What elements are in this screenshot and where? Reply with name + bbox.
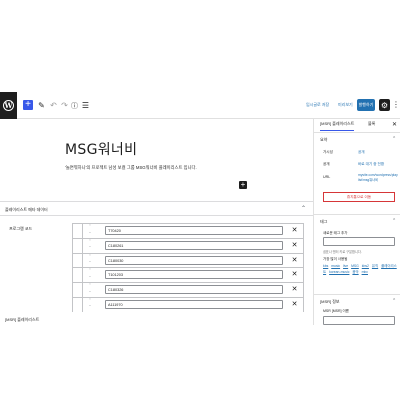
program-code-list: ⌃ ⌄ T70420 ✕ ⌃ ⌄ C180261 ✕ ⌃ ⌄ C180030 ✕ ⌃ ⌄… [72, 223, 304, 312]
program-code-input[interactable]: T101203 [105, 270, 283, 280]
tab-playlist[interactable]: [MSR] 플레이리스트 [320, 121, 355, 131]
program-code-row: ⌃ ⌄ T70420 ✕ [72, 223, 304, 238]
more-options-icon[interactable]: ⋮ [392, 100, 400, 109]
post-paragraph[interactable]: '놀면뭐하니'의 프로젝트 남성 보컬 그룹 MSG워너비 플레이리스트 입니다… [65, 165, 197, 171]
chevron-up-icon[interactable]: ⌃ [392, 136, 396, 142]
remove-row-icon[interactable]: ✕ [290, 256, 299, 265]
reorder-icon[interactable]: ⌃ ⌄ [86, 283, 94, 294]
info-icon[interactable]: ⓘ [70, 101, 79, 110]
tag-link[interactable]: 음악 [352, 270, 358, 274]
sidebar-tabs: [MSR] 플레이리스트 블록 ✕ [314, 119, 400, 133]
meta-box-title: 플레이리스트 메타 데이터 [5, 207, 48, 212]
settings-sidebar: [MSR] 플레이리스트 블록 ✕ 요약 ⌃ 가시성 공개 공개 바로 대기 중… [313, 119, 400, 325]
visibility-label: 가시성 [323, 150, 333, 154]
program-code-input[interactable]: C180326 [105, 285, 283, 295]
tags-panel: 태그 ⌃ 새로운 태그 추가 쉼표나 엔터 키로 구분합니다. 가장 많이 사용… [314, 215, 400, 295]
tab-block[interactable]: 블록 [368, 121, 375, 130]
wordpress-icon: W [3, 100, 14, 111]
drag-handle[interactable] [72, 282, 83, 297]
tag-link[interactable]: kbs2 [362, 264, 369, 268]
chevron-up-icon[interactable]: ⌃ [301, 205, 306, 212]
tag-link[interactable]: kbs [323, 264, 328, 268]
meta-box-header[interactable]: 플레이리스트 메타 데이터 ⌃ [0, 202, 313, 216]
chevron-up-icon[interactable]: ⌃ [392, 298, 396, 304]
reorder-icon[interactable]: ⌃ ⌄ [86, 268, 94, 279]
add-tag-label: 새로운 태그 추가 [323, 231, 348, 235]
msr-name-input[interactable] [323, 316, 395, 325]
tag-link[interactable]: 뮤직 [372, 264, 378, 268]
tags-title[interactable]: 태그 [320, 219, 327, 225]
popular-tags-label: 가장 많이 사용됨 [323, 257, 348, 261]
drag-handle[interactable] [72, 237, 83, 253]
program-code-row: ⌃ ⌄ C180261 ✕ [72, 237, 304, 253]
drag-handle[interactable] [72, 267, 83, 283]
msr-playlist-label: [MSR] 플레이리스트 [5, 317, 40, 322]
publish-label: 공개 [323, 162, 330, 166]
tag-link[interactable]: MSG [351, 264, 359, 268]
program-code-input[interactable]: A111970 [105, 299, 283, 309]
publish-button[interactable]: 발행하기 [357, 99, 375, 111]
remove-row-icon[interactable]: ✕ [290, 270, 299, 279]
bottom-blank-area [0, 325, 400, 400]
reorder-icon[interactable]: ⌃ ⌄ [86, 224, 94, 235]
program-code-row: ⌃ ⌄ A111970 ✕ [72, 296, 304, 312]
visibility-value[interactable]: 공개 [358, 150, 365, 155]
program-code-input[interactable]: C180030 [105, 255, 283, 265]
publish-value[interactable]: 바로 대기 중 전환 [358, 162, 384, 167]
close-icon[interactable]: ✕ [392, 121, 397, 128]
program-code-row: ⌃ ⌄ T101203 ✕ [72, 267, 304, 283]
save-draft-button[interactable]: 임시글로 저장 [306, 102, 329, 108]
remove-row-icon[interactable]: ✕ [290, 241, 299, 250]
tag-cloud: kbs music live MSG kbs2 뮤직 플레이리스트 korean… [323, 264, 397, 275]
reorder-icon[interactable]: ⌃ ⌄ [86, 254, 94, 265]
list-view-icon[interactable]: ☰ [81, 101, 90, 110]
summary-panel: 요약 ⌃ 가시성 공개 공개 바로 대기 중 전환 URL mysite.com… [314, 133, 400, 215]
tag-link[interactable]: mbc [362, 270, 368, 274]
program-code-label: 프로그램 코드 [9, 226, 33, 231]
remove-row-icon[interactable]: ✕ [290, 300, 299, 309]
post-title[interactable]: MSG워너비 [65, 139, 137, 159]
redo-icon[interactable]: ↷ [60, 101, 69, 110]
msr-name-label: MSR [MSR] 이름 [323, 309, 349, 313]
chevron-up-icon[interactable]: ⌃ [392, 218, 396, 224]
drag-handle[interactable] [72, 252, 83, 268]
block-inserter-icon[interactable]: + [239, 181, 247, 189]
program-code-row: ⌃ ⌄ C180030 ✕ [72, 252, 304, 268]
move-to-trash-button[interactable]: 휴지통으로 이동 [323, 192, 395, 202]
drag-handle[interactable] [72, 296, 83, 312]
summary-title[interactable]: 요약 [320, 137, 327, 143]
msr-info-panel: [MSR] 정보 ⌃ MSR [MSR] 이름 [314, 295, 400, 325]
program-code-input[interactable]: T70420 [105, 226, 283, 235]
msr-info-title[interactable]: [MSR] 정보 [320, 299, 340, 305]
remove-row-icon[interactable]: ✕ [290, 226, 299, 235]
preview-button[interactable]: 미리보기 [338, 102, 353, 108]
reorder-icon[interactable]: ⌃ ⌄ [86, 298, 94, 309]
editor-toolbar: W + ✎ ↶ ↷ ⓘ ☰ 임시글로 저장 미리보기 발행하기 ⚙ ⋮ [0, 92, 400, 119]
tag-link[interactable]: korean-music [329, 270, 349, 274]
editor-canvas: MSG워너비 '놀면뭐하니'의 프로젝트 남성 보컬 그룹 MSG워너비 플레이… [0, 119, 313, 325]
playlist-meta-box: 플레이리스트 메타 데이터 ⌃ 프로그램 코드 ⌃ ⌄ T70420 ✕ ⌃ ⌄ C… [0, 201, 313, 325]
url-value[interactable]: mysite.com/wordpress/playlist/msg워너비 [358, 173, 398, 182]
reorder-icon[interactable]: ⌃ ⌄ [86, 239, 94, 250]
edit-pencil-icon[interactable]: ✎ [37, 101, 46, 110]
undo-icon[interactable]: ↶ [49, 101, 58, 110]
drag-handle[interactable] [72, 223, 83, 238]
top-blank-area [0, 0, 400, 92]
program-code-input[interactable]: C180261 [105, 240, 283, 250]
program-code-row: ⌃ ⌄ C180326 ✕ [72, 282, 304, 297]
add-tag-input[interactable] [323, 237, 395, 246]
tag-hint: 쉼표나 엔터 키로 구분합니다. [323, 250, 362, 254]
settings-gear-icon[interactable]: ⚙ [379, 99, 390, 111]
tag-link[interactable]: live [343, 264, 348, 268]
tag-link[interactable]: music [331, 264, 340, 268]
url-label: URL [323, 175, 331, 179]
wordpress-logo-button[interactable]: W [0, 92, 17, 119]
add-block-button[interactable]: + [23, 100, 33, 110]
remove-row-icon[interactable]: ✕ [290, 285, 299, 294]
